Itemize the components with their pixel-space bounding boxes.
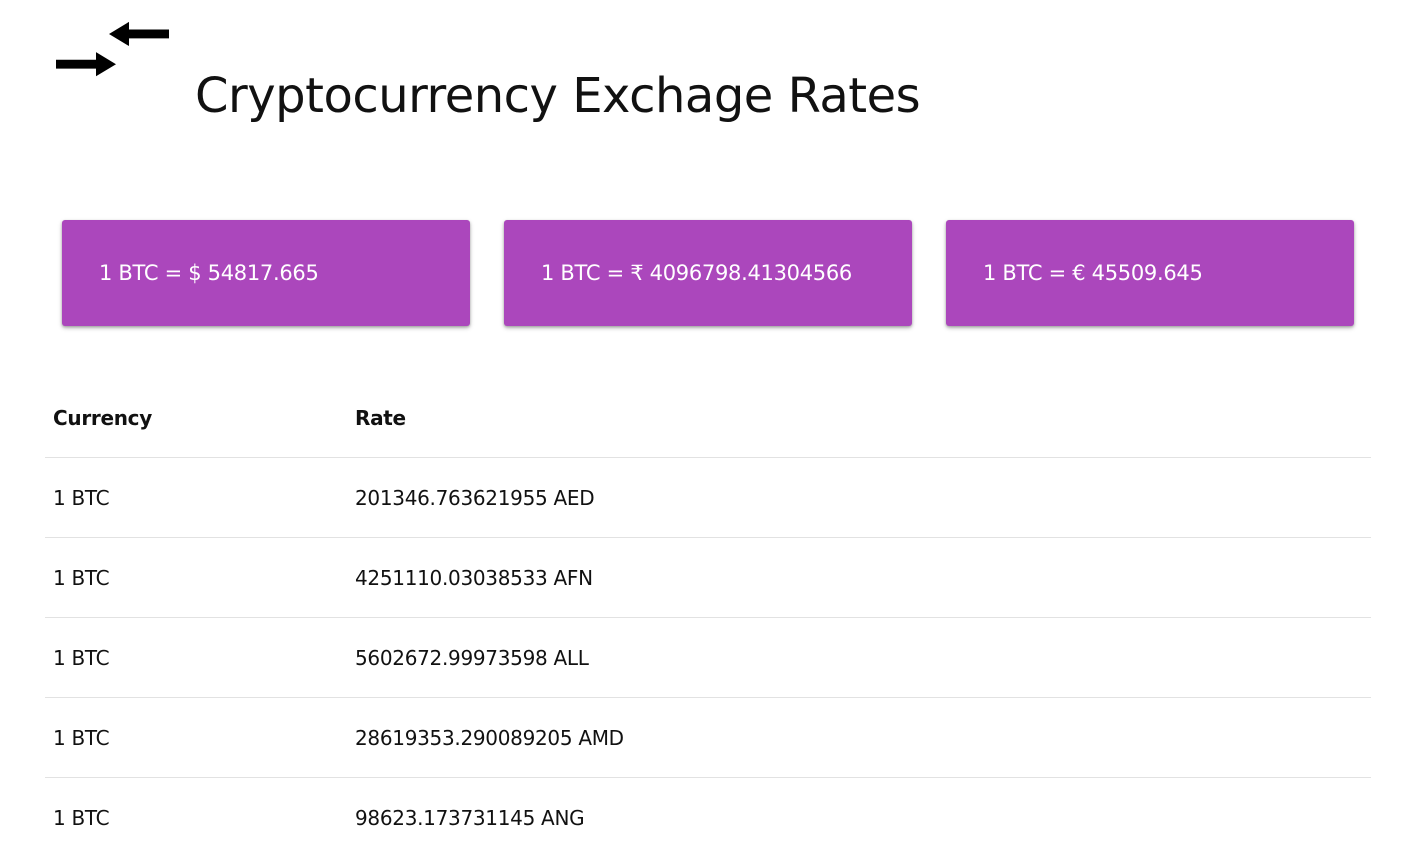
- page-title: Cryptocurrency Exchage Rates: [195, 68, 921, 124]
- cell-currency: 1 BTC: [45, 457, 347, 538]
- cell-rate: 201346.763621955 AED: [347, 457, 1371, 538]
- cell-rate: 4251110.03038533 AFN: [347, 537, 1371, 618]
- rate-card-eur-text: 1 BTC = € 45509.645: [983, 261, 1203, 285]
- column-header-rate: Rate: [347, 378, 1371, 458]
- table-row: 1 BTC 4251110.03038533 AFN: [45, 537, 1371, 618]
- page: Cryptocurrency Exchage Rates 1 BTC = $ 5…: [0, 0, 1427, 857]
- cell-currency: 1 BTC: [45, 617, 347, 698]
- table-row: 1 BTC 28619353.290089205 AMD: [45, 697, 1371, 778]
- table-header-row: Currency Rate: [45, 378, 1371, 458]
- cell-currency: 1 BTC: [45, 537, 347, 618]
- rates-table: Currency Rate 1 BTC 201346.763621955 AED…: [45, 378, 1371, 857]
- table-row: 1 BTC 5602672.99973598 ALL: [45, 617, 1371, 698]
- page-header: Cryptocurrency Exchage Rates: [52, 18, 1052, 138]
- rate-cards: 1 BTC = $ 54817.665 1 BTC = ₹ 4096798.41…: [62, 220, 1354, 326]
- cell-rate: 28619353.290089205 AMD: [347, 697, 1371, 778]
- table-row: 1 BTC 98623.173731145 ANG: [45, 777, 1371, 857]
- column-header-currency: Currency: [45, 378, 347, 458]
- rate-card-inr: 1 BTC = ₹ 4096798.41304566: [504, 220, 912, 326]
- rate-card-inr-text: 1 BTC = ₹ 4096798.41304566: [541, 261, 852, 285]
- cell-rate: 98623.173731145 ANG: [347, 777, 1371, 857]
- rate-card-eur: 1 BTC = € 45509.645: [946, 220, 1354, 326]
- table-row: 1 BTC 201346.763621955 AED: [45, 457, 1371, 538]
- rate-card-usd-text: 1 BTC = $ 54817.665: [99, 261, 319, 285]
- exchange-arrows-icon: [56, 21, 169, 77]
- rate-card-usd: 1 BTC = $ 54817.665: [62, 220, 470, 326]
- cell-currency: 1 BTC: [45, 777, 347, 857]
- cell-rate: 5602672.99973598 ALL: [347, 617, 1371, 698]
- cell-currency: 1 BTC: [45, 697, 347, 778]
